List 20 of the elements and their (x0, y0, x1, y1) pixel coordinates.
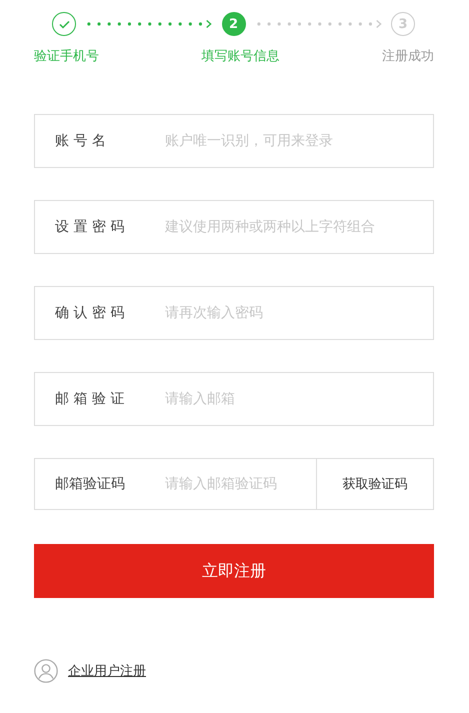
step-label: 验证手机号 (34, 48, 99, 65)
field-label: 邮 箱 验 证 (55, 390, 126, 408)
register-button[interactable]: 立即注册 (34, 544, 434, 598)
field-label: 账 号 名 (55, 132, 107, 150)
check-icon (58, 20, 70, 28)
input-field[interactable]: 建议使用两种或两种以上字符组合 (163, 218, 433, 236)
step-circle: 2 (222, 12, 246, 36)
input-field[interactable]: 请输入邮箱验证码 (163, 475, 316, 493)
user-icon (34, 659, 58, 683)
step-label: 注册成功 (382, 48, 434, 65)
input-field[interactable]: 请输入邮箱 (163, 390, 433, 408)
company-register-link[interactable]: 企业用户注册 (68, 662, 146, 680)
step-label: 填写账号信息 (202, 48, 280, 65)
field-label: 确 认 密 码 (55, 304, 126, 322)
input-field[interactable]: 请再次输入密码 (163, 304, 433, 322)
field-label: 邮箱验证码 (55, 475, 126, 493)
dotted-arrow-icon (86, 19, 214, 29)
field-label: 设 置 密 码 (55, 218, 126, 236)
input-field[interactable]: 账户唯一识别，可用来登录 (163, 132, 433, 150)
dotted-arrow-icon (256, 19, 383, 29)
